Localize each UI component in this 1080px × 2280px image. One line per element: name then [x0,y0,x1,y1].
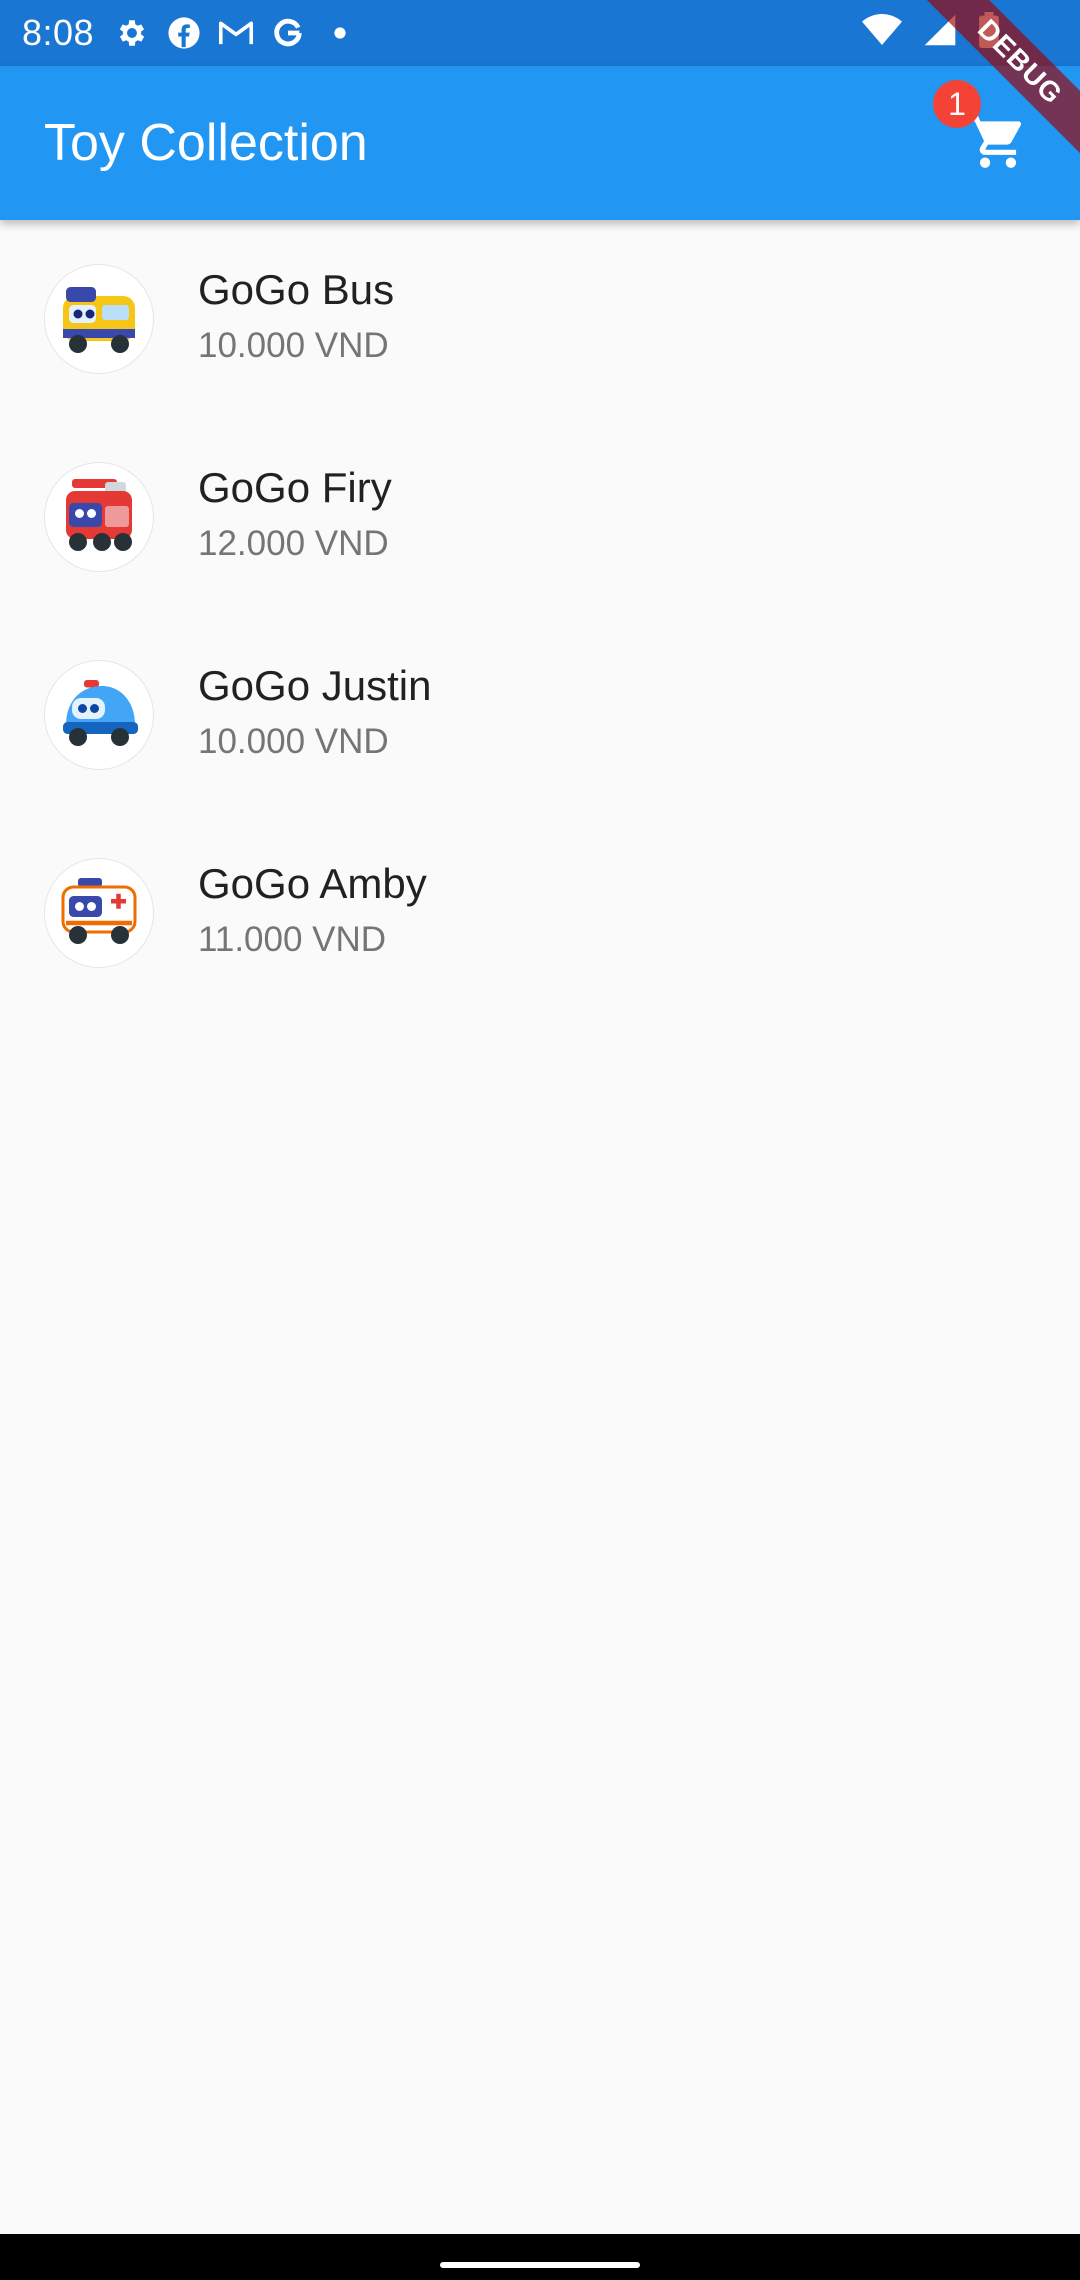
cart-count-badge: 1 [933,80,981,128]
toy-name: GoGo Bus [198,266,395,313]
battery-icon [978,12,1000,53]
police-car-toy-icon [51,665,147,766]
google-icon [270,15,306,51]
signal-icon [922,13,958,52]
toy-name: GoGo Amby [198,860,427,907]
status-bar: 8:08 [0,0,1080,66]
settings-icon [114,15,150,51]
status-notification-icons [114,15,358,51]
toy-avatar [44,660,154,770]
toy-price: 11.000 VND [198,920,387,959]
wifi-icon [862,13,902,52]
more-notifications-dot-icon [322,15,358,51]
page-title: Toy Collection [44,114,368,172]
list-item[interactable]: GoGo Justin 10.000 VND [0,616,1080,814]
toy-price: 10.000 VND [198,722,389,761]
toy-name: GoGo Justin [198,662,432,709]
home-gesture-handle[interactable] [440,2262,640,2268]
toy-list: GoGo Bus 10.000 VND GoGo Firy 12.000 VND… [0,220,1080,1012]
toy-avatar [44,462,154,572]
ambulance-toy-icon [51,863,147,964]
toy-price: 10.000 VND [198,326,389,365]
fire-truck-toy-icon [51,467,147,568]
gmail-icon [218,15,254,51]
status-time: 8:08 [22,12,95,53]
school-bus-toy-icon [51,269,147,370]
list-item[interactable]: GoGo Bus 10.000 VND [0,220,1080,418]
app-bar: Toy Collection [0,66,1080,220]
list-item[interactable]: GoGo Amby 11.000 VND [0,814,1080,1012]
toy-avatar [44,264,154,374]
list-item[interactable]: GoGo Firy 12.000 VND [0,418,1080,616]
toy-price: 12.000 VND [198,524,389,563]
toy-name: GoGo Firy [198,464,392,511]
system-navigation-bar [0,2234,1080,2280]
cart-button[interactable] [965,111,1031,177]
facebook-icon [166,15,202,51]
shopping-cart-icon [967,111,1029,178]
toy-avatar [44,858,154,968]
status-system-icons [862,12,1000,53]
